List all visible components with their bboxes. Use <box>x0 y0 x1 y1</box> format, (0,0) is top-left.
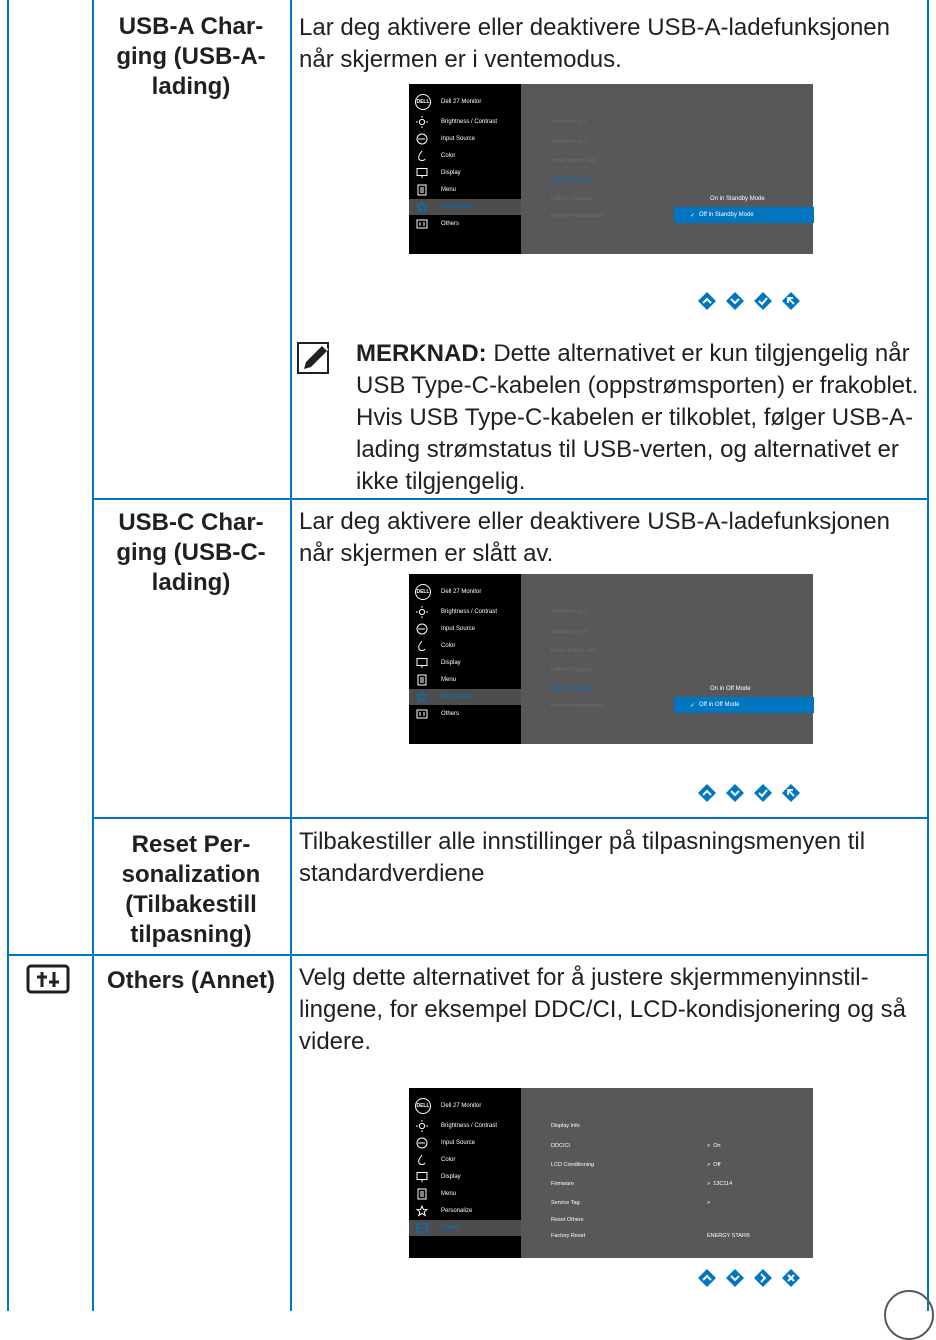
osd-option-selected: ✓ Off in Off Mode <box>674 697 814 713</box>
osd-menu-others: Others <box>409 1220 521 1236</box>
close-icon <box>780 1267 802 1289</box>
osd-nav-buttons <box>696 1267 802 1289</box>
others-icon <box>415 1221 429 1235</box>
menu-icon <box>415 673 429 687</box>
osd-menu-brightness: Brightness / Contrast <box>409 1118 521 1134</box>
osd-menu-display: Display <box>409 165 521 181</box>
osd-menu-menu: Menu <box>409 672 521 688</box>
osd-title: Dell 27 Monitor <box>441 1103 482 1109</box>
down-arrow-icon <box>724 1267 746 1289</box>
setting-description: Velg dette alternativet for å justere sk… <box>299 964 906 1055</box>
check-button-icon <box>752 782 774 804</box>
table-left-border <box>7 0 9 1311</box>
note-text: MERKNAD: Dette alternativet er kun tilgj… <box>356 340 919 495</box>
osd-nav-buttons <box>696 290 802 312</box>
osd-menu-input-source: Input Source <box>409 621 521 637</box>
back-icon <box>780 290 802 312</box>
osd-nav-buttons <box>696 782 802 804</box>
osd-menu-menu: Menu <box>409 182 521 198</box>
up-arrow-icon <box>696 782 718 804</box>
menu-icon <box>415 183 429 197</box>
osd-menu-personalize: Personalize <box>409 689 521 705</box>
osd-menu-brightness: Brightness / Contrast <box>409 604 521 620</box>
color-icon <box>415 1153 429 1167</box>
osd-menu-others: Others <box>409 706 521 722</box>
osd-screenshot-usbc: DELL Dell 27 Monitor Brightness / Contras… <box>409 574 814 744</box>
setting-name-reset-personalization: Reset Per- sonalization (Tilbakestill ti… <box>121 831 261 948</box>
star-icon <box>415 200 429 214</box>
table-col-border-2 <box>290 0 292 1311</box>
setting-description: Tilbakestiller alle innstillinger på til… <box>299 828 866 887</box>
table-col-border-1 <box>92 0 94 1311</box>
star-icon <box>415 690 429 704</box>
setting-description: Lar deg aktivere eller deaktivere USB-A-… <box>299 14 890 73</box>
down-arrow-icon <box>724 290 746 312</box>
others-icon <box>26 964 70 994</box>
color-icon <box>415 149 429 163</box>
display-icon <box>415 1170 429 1184</box>
osd-screenshot-others: DELL Dell 27 Monitor Brightness / Contras… <box>409 1088 813 1258</box>
osd-menu-personalize: Personalize <box>409 1203 521 1219</box>
check-icon: ✓ <box>690 702 696 709</box>
row-separator <box>7 954 929 956</box>
dell-logo: DELL <box>415 1098 431 1114</box>
osd-menu-color: Color <box>409 638 521 654</box>
osd-menu-color: Color <box>409 148 521 164</box>
check-button-icon <box>752 290 774 312</box>
setting-name-others: Others (Annet) <box>107 967 275 994</box>
osd-menu-display: Display <box>409 1169 521 1185</box>
input-source-icon <box>415 1136 429 1150</box>
osd-menu-input-source: Input Source <box>409 131 521 147</box>
setting-description: Lar deg aktivere eller deaktivere USB-A-… <box>299 508 890 567</box>
osd-menu-personalize: Personalize <box>409 199 521 215</box>
note-pencil-icon <box>296 339 332 375</box>
color-icon <box>415 639 429 653</box>
others-icon <box>415 217 429 231</box>
osd-menu-input-source: Input Source <box>409 1135 521 1151</box>
osd-menu-brightness: Brightness / Contrast <box>409 114 521 130</box>
page-number-badge <box>884 1290 934 1340</box>
osd-menu-others: Others <box>409 216 521 232</box>
up-arrow-icon <box>696 290 718 312</box>
display-icon <box>415 656 429 670</box>
up-arrow-icon <box>696 1267 718 1289</box>
others-icon <box>415 707 429 721</box>
back-icon <box>780 782 802 804</box>
dell-logo: DELL <box>415 94 431 110</box>
osd-option-selected: ✓ Off in Standby Mode <box>674 207 814 223</box>
brightness-icon <box>415 605 429 619</box>
osd-screenshot-usba: DELL Dell 27 Monitor Brightness / Contras… <box>409 84 814 254</box>
osd-option: On in Standby Mode <box>710 196 765 202</box>
row-separator <box>92 817 929 819</box>
input-source-icon <box>415 622 429 636</box>
osd-menu-display: Display <box>409 655 521 671</box>
display-icon <box>415 166 429 180</box>
star-icon <box>415 1204 429 1218</box>
energy-star-label: ENERGY STAR® <box>707 1233 750 1239</box>
osd-menu-color: Color <box>409 1152 521 1168</box>
osd-option: On in Off Mode <box>710 686 751 692</box>
brightness-icon <box>415 115 429 129</box>
setting-name-usbc-charging: USB-C Char- ging (USB-C- lading) <box>116 509 266 596</box>
setting-name-usba-charging: USB-A Char- ging (USB-A- lading) <box>116 13 266 100</box>
osd-title: Dell 27 Monitor <box>441 589 482 595</box>
osd-title: Dell 27 Monitor <box>441 99 482 105</box>
menu-icon <box>415 1187 429 1201</box>
row-separator <box>92 498 929 500</box>
input-source-icon <box>415 132 429 146</box>
table-right-border <box>927 0 929 1311</box>
check-icon: ✓ <box>690 212 696 219</box>
brightness-icon <box>415 1119 429 1133</box>
osd-menu-menu: Menu <box>409 1186 521 1202</box>
right-arrow-icon <box>752 1267 774 1289</box>
down-arrow-icon <box>724 782 746 804</box>
dell-logo: DELL <box>415 584 431 600</box>
